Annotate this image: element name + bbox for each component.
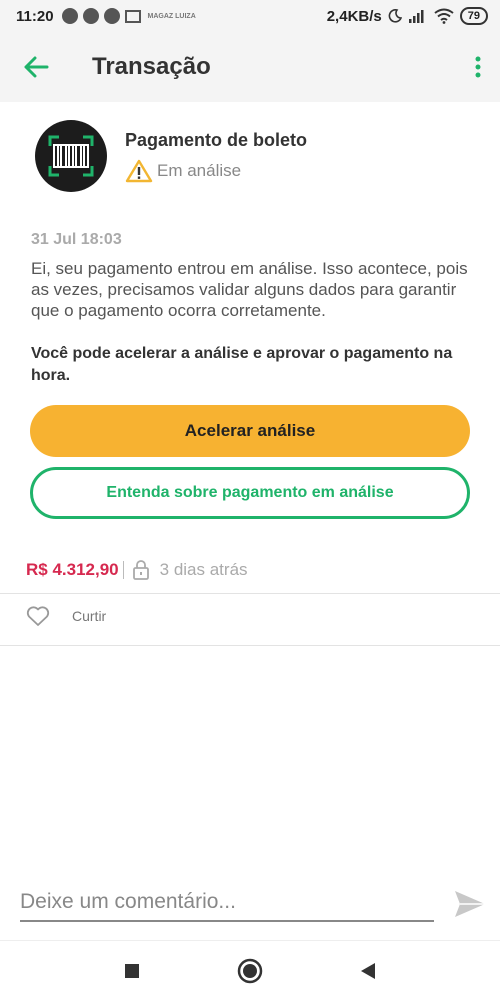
- network-speed: 2,4KB/s: [326, 7, 382, 25]
- warning-triangle-icon: [125, 159, 153, 183]
- back-button[interactable]: [6, 32, 66, 102]
- transaction-status: Em análise: [125, 159, 307, 183]
- status-label: Em análise: [157, 161, 242, 180]
- recents-button[interactable]: [117, 956, 147, 986]
- comment-input[interactable]: [20, 884, 434, 922]
- like-label: Curtir: [72, 608, 107, 624]
- transaction-title: Pagamento de boleto: [125, 130, 308, 150]
- separator: [122, 561, 124, 579]
- circle-icon: [237, 958, 263, 983]
- battery-indicator: 79: [459, 7, 488, 25]
- overflow-menu-button[interactable]: [456, 32, 500, 102]
- send-button[interactable]: [450, 884, 490, 924]
- chrome-notification-icon: [103, 8, 120, 24]
- divider: [0, 593, 500, 594]
- amount-row: R$ 4.312,90 3 dias atrás: [26, 560, 248, 580]
- triangle-back-icon: [361, 962, 375, 979]
- heart-icon: [26, 606, 50, 626]
- square-icon: [125, 963, 139, 978]
- status-mini-label: MAGAZ LUIZA: [147, 12, 196, 20]
- chrome-notification-icon: [82, 8, 99, 24]
- send-icon: [455, 891, 485, 917]
- time-ago: 3 dias atrás: [159, 560, 248, 579]
- divider: [0, 645, 500, 646]
- wifi-icon: [434, 8, 454, 24]
- transaction-header: Pagamento de boleto Em análise: [35, 120, 307, 192]
- more-vertical-icon: [475, 56, 481, 78]
- moon-icon: [388, 9, 402, 23]
- barcode-icon: [48, 135, 94, 177]
- learn-more-button[interactable]: Entenda sobre pagamento em análise: [30, 467, 470, 519]
- accelerate-analysis-button[interactable]: Acelerar análise: [30, 405, 470, 457]
- status-time: 11:20: [16, 7, 54, 25]
- accelerate-note: Você pode acelerar a análise e aprovar o…: [31, 345, 453, 384]
- transaction-date: 31 Jul 18:03: [31, 231, 122, 248]
- like-button[interactable]: Curtir: [26, 605, 106, 627]
- status-bar: 11:20 MAGAZ LUIZA 2,4KB/s 79: [0, 0, 500, 32]
- home-button[interactable]: [235, 956, 265, 986]
- app-notification-icon: [124, 9, 141, 23]
- system-nav-bar: [0, 940, 500, 1000]
- transaction-amount: R$ 4.312,90: [26, 560, 119, 579]
- arrow-left-icon: [24, 56, 49, 78]
- transaction-message: Ei, seu pagamento entrou em análise. Iss…: [31, 259, 468, 320]
- status-right: 2,4KB/s 79: [327, 7, 488, 25]
- back-nav-button[interactable]: [353, 956, 383, 986]
- transaction-info: Pagamento de boleto Em análise: [125, 130, 307, 192]
- page-title: Transação: [92, 53, 211, 80]
- transaction-avatar: [35, 120, 107, 192]
- app-bar: Transação: [0, 32, 500, 102]
- signal-icon: [408, 10, 424, 23]
- lock-icon: [132, 560, 149, 580]
- chrome-notification-icon: [61, 8, 78, 24]
